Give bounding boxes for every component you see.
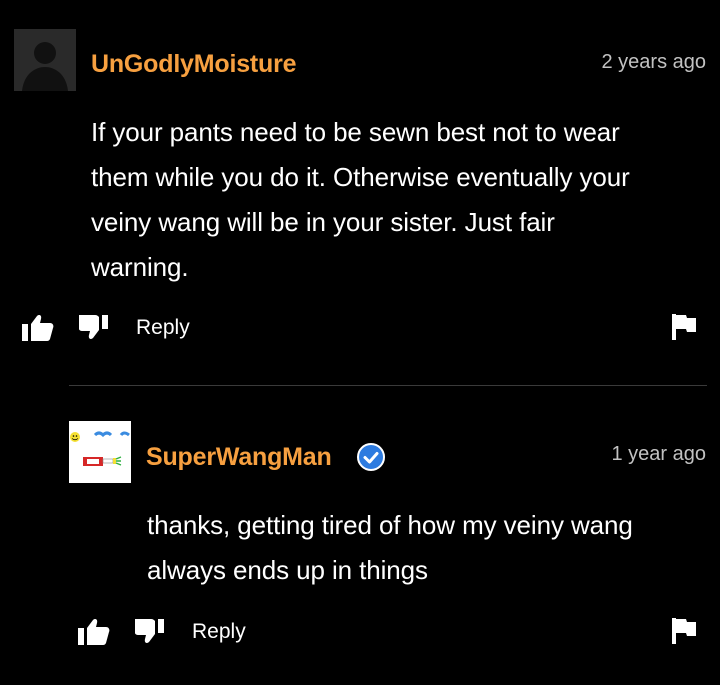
comment-text: thanks, getting tired of how my veiny wa… <box>147 503 712 593</box>
dislike-button[interactable] <box>78 314 109 345</box>
report-button[interactable] <box>672 314 696 345</box>
dislike-button[interactable] <box>134 618 165 649</box>
reply-button[interactable]: Reply <box>192 620 246 644</box>
drawn-doodle-avatar-icon <box>69 421 131 483</box>
comment-text-line: always ends up in things <box>147 555 428 585</box>
avatar[interactable] <box>69 421 131 483</box>
comment-text-line: thanks, getting tired of how my veiny wa… <box>147 510 633 540</box>
flag-icon <box>672 314 696 340</box>
report-button[interactable] <box>672 618 696 649</box>
checkmark-icon <box>363 452 379 464</box>
username[interactable]: SuperWangMan <box>146 443 332 472</box>
username[interactable]: UnGodlyMoisture <box>91 50 297 79</box>
comment-text-line: veiny wang will be in your sister. Just … <box>91 207 555 237</box>
thumbs-up-icon <box>78 619 110 645</box>
flag-icon <box>672 618 696 644</box>
comment-text-line: If your pants need to be sewn best not t… <box>91 117 620 147</box>
timestamp: 2 years ago <box>601 51 706 73</box>
timestamp: 1 year ago <box>611 443 706 465</box>
divider <box>69 385 707 386</box>
reply-button[interactable]: Reply <box>136 316 190 340</box>
avatar[interactable] <box>14 29 76 91</box>
comment-text-line: them while you do it. Otherwise eventual… <box>91 162 630 192</box>
comment-text: If your pants need to be sewn best not t… <box>91 110 711 290</box>
comment-text-line: warning. <box>91 252 189 282</box>
thumbs-down-icon <box>78 315 108 339</box>
like-button[interactable] <box>78 618 110 651</box>
like-button[interactable] <box>22 314 54 347</box>
verified-badge <box>357 443 385 471</box>
thumbs-down-icon <box>134 619 164 643</box>
default-user-silhouette-icon <box>14 29 76 91</box>
thumbs-up-icon <box>22 315 54 341</box>
